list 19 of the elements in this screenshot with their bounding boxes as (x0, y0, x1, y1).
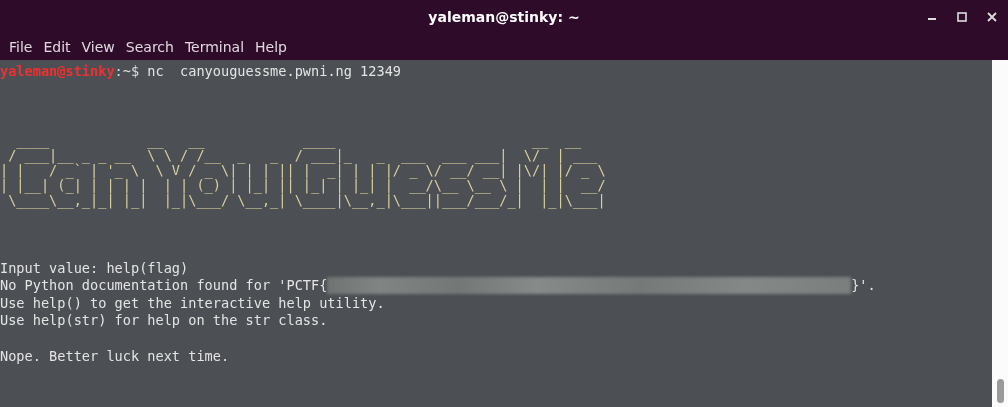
menu-item[interactable]: View (76, 39, 120, 55)
output-line: Use help() to get the interactive help utility. (0, 294, 385, 313)
window-title: yaleman@stinky: ~ (428, 9, 580, 25)
command-text: nc canyouguessme.pwni.ng 12349 (147, 63, 402, 81)
menu-item[interactable]: File (4, 39, 38, 55)
menu-item[interactable]: Edit (38, 39, 76, 55)
prompt-path: :~$ (114, 63, 140, 81)
prompt-user-host: yaleman@stinky (0, 63, 115, 81)
menu-item[interactable]: Search (120, 39, 179, 55)
output-line: No Python documentation found for 'PCTF{ (0, 277, 328, 295)
output-line: Input value: help(flag) (0, 259, 189, 278)
scrollbar-thumb[interactable] (997, 379, 1004, 403)
menu-item[interactable]: Help (250, 39, 292, 55)
output-line: Use help(str) for help on the str class. (0, 312, 328, 330)
ascii-art-text: ____ __ __ ____ __ __ / ___|__ _ _ __ \ \ / /__ _ _ / ___|_ _ ___ ___ ___| \/ | ___ | | / _` | '_ \ \ V / _ \| | | || | _| | | |/ _ \/ __/ __| |\/| |/ _ \ | |__| (_| | | | | | | (_) | |_| || |_| | |_| | __/\__ \__ \ | | | __/ \____\__,_|_| |_| |_|\___/ \__,_| \____|\__,_|\___||___/___/_| |_|\___| (0, 132, 607, 208)
scrollbar[interactable] (992, 60, 1008, 407)
output-line: Nope. Better luck next time. (0, 347, 230, 366)
output-line: }'. (851, 277, 876, 295)
menu-item[interactable]: Terminal (179, 39, 250, 55)
